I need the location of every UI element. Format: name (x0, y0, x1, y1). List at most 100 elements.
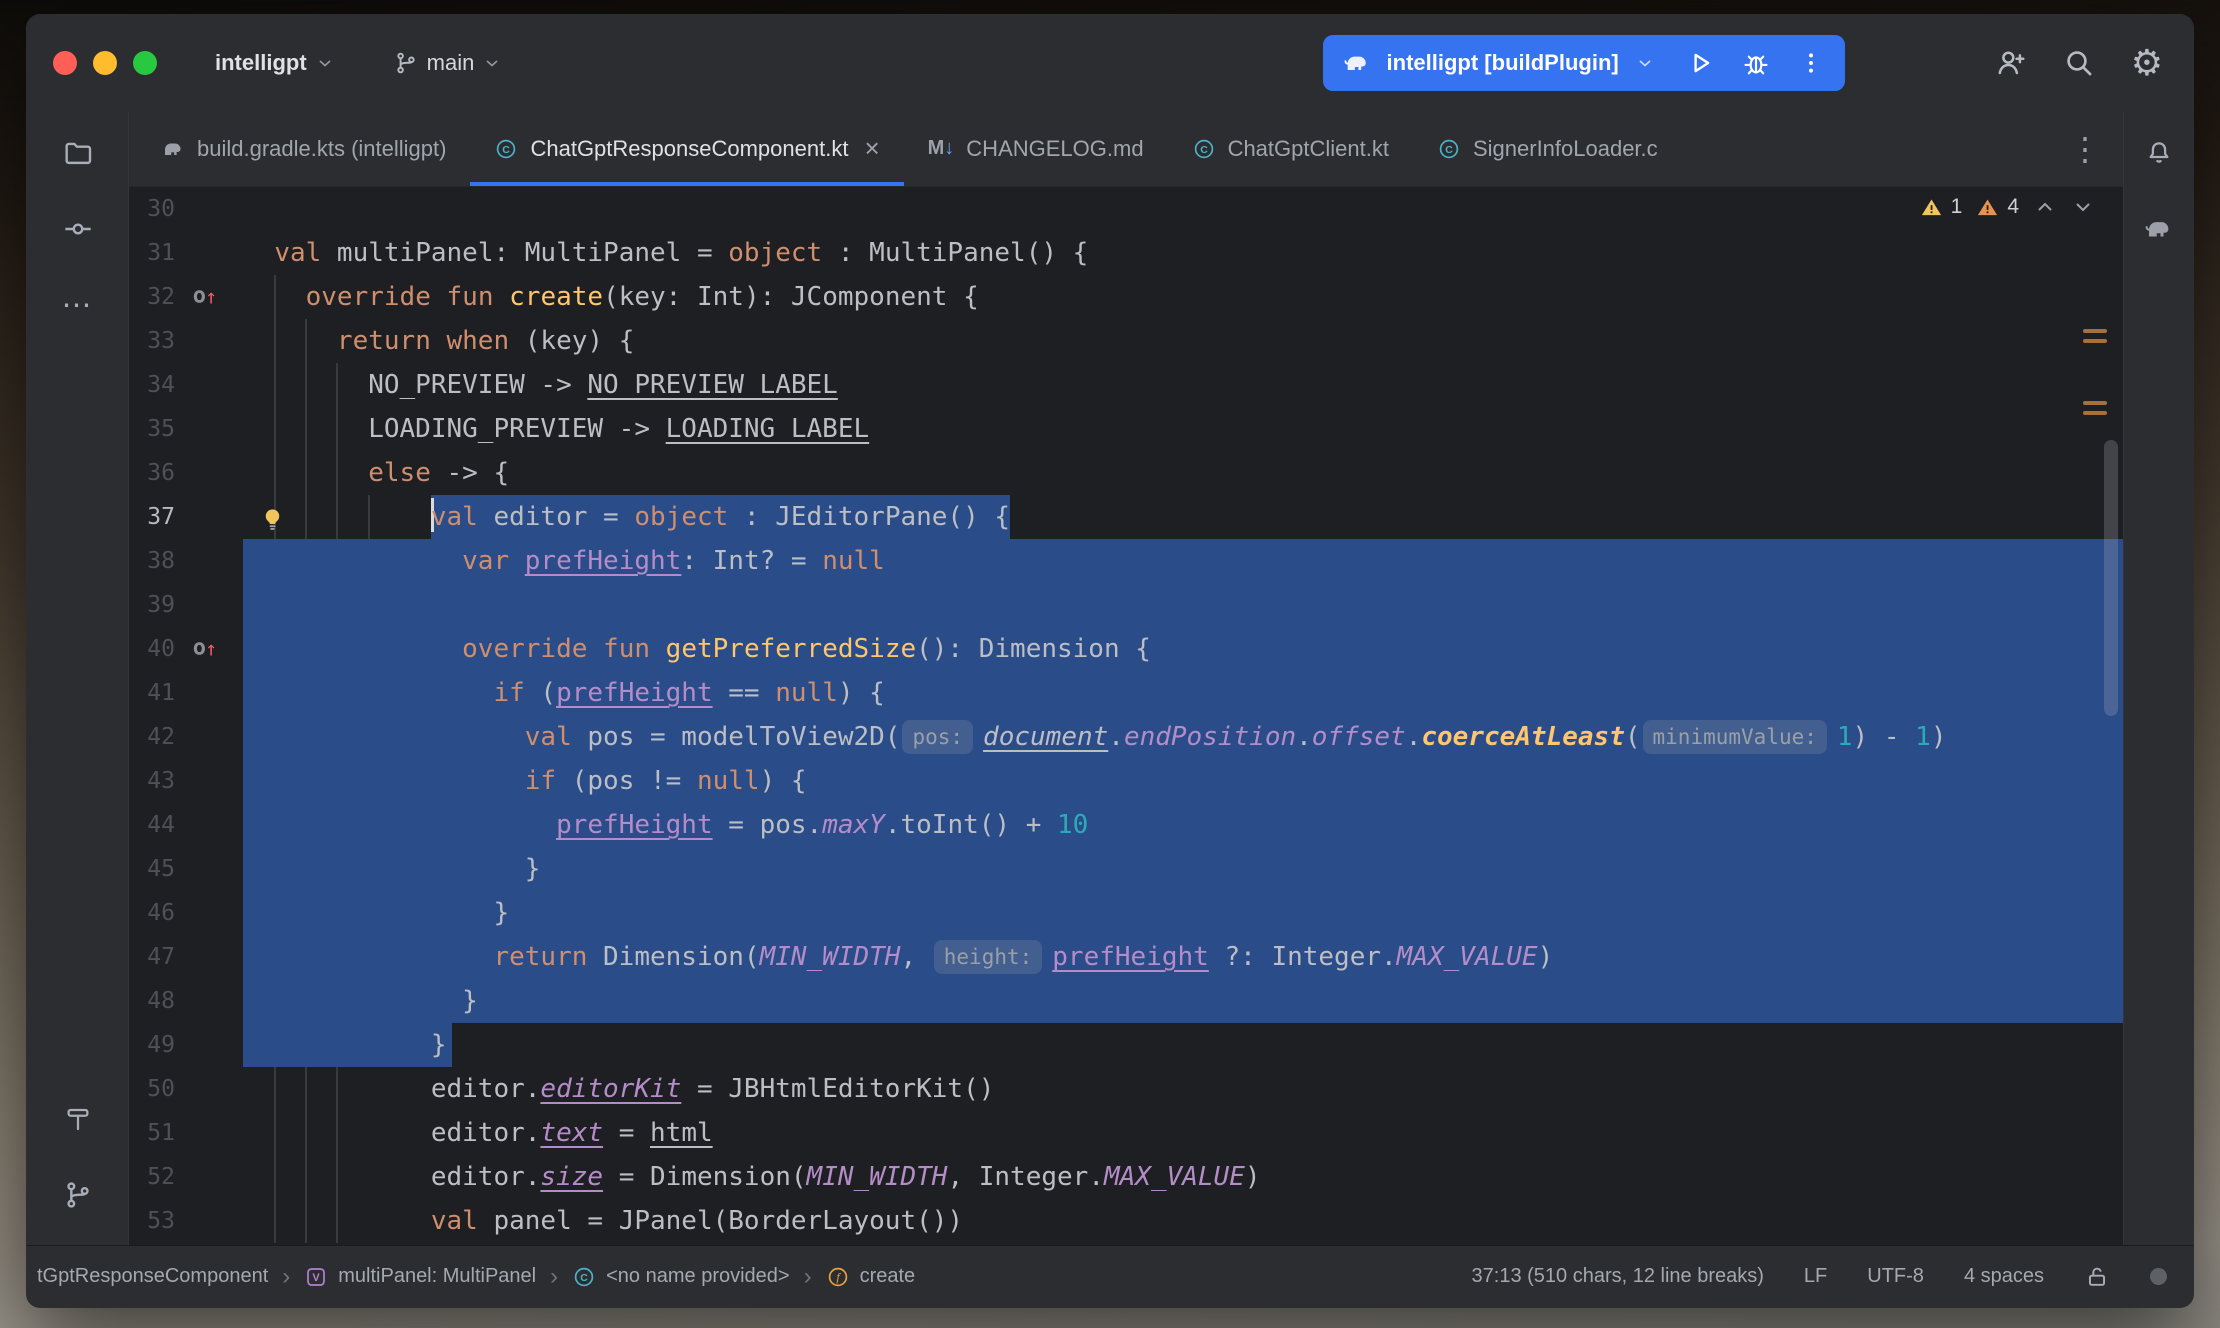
previous-problem-chevron-up-icon[interactable] (2033, 195, 2057, 219)
code-line-31[interactable]: 31 val multiPanel: MultiPanel = object :… (129, 231, 2123, 275)
gutter[interactable]: 52 (129, 1155, 243, 1199)
more-run-options-kebab-icon[interactable] (1797, 49, 1825, 77)
project-widget[interactable]: intelligpt (215, 50, 335, 76)
line-ending-widget[interactable]: LF (1804, 1265, 1827, 1288)
gutter[interactable]: 42 (129, 715, 243, 759)
line-number[interactable]: 33 (147, 319, 175, 363)
code-line-35[interactable]: 35 LOADING_PREVIEW -> LOADING_LABEL (129, 407, 2123, 451)
gutter[interactable]: 36 (129, 451, 243, 495)
line-number[interactable]: 34 (147, 363, 175, 407)
line-number[interactable]: 52 (147, 1155, 175, 1199)
gutter[interactable]: 37 (129, 495, 243, 539)
code-text[interactable]: return when (key) { (243, 319, 2123, 363)
code-text[interactable]: override fun create(key: Int): JComponen… (243, 275, 2123, 319)
gutter[interactable]: 35 (129, 407, 243, 451)
code-text[interactable]: } (243, 979, 2123, 1023)
minimize-window-button[interactable] (93, 51, 117, 75)
line-number[interactable]: 53 (147, 1199, 175, 1243)
code-text[interactable]: val pos = modelToView2D(pos:document.end… (243, 715, 2123, 759)
gutter[interactable]: 51 (129, 1111, 243, 1155)
code-text[interactable]: editor.text = html (243, 1111, 2123, 1155)
unlock-icon[interactable] (2084, 1264, 2110, 1290)
breadcrumb-item[interactable]: C <no name provided> (572, 1265, 789, 1289)
breadcrumb-item[interactable]: V multiPanel: MultiPanel (304, 1265, 536, 1289)
code-line-40[interactable]: 40o↑ override fun getPreferredSize(): Di… (129, 627, 2123, 671)
more-tool-windows-icon[interactable]: ⋯ (58, 285, 98, 325)
encoding-widget[interactable]: UTF-8 (1867, 1265, 1924, 1288)
code-line-39[interactable]: 39 (129, 583, 2123, 627)
notifications-bell-icon[interactable] (2139, 133, 2179, 173)
line-number[interactable]: 45 (147, 847, 175, 891)
code-text[interactable]: else -> { (243, 451, 2123, 495)
code-line-46[interactable]: 46 } (129, 891, 2123, 935)
overrides-method-icon[interactable]: o↑ (193, 638, 217, 660)
line-number[interactable]: 35 (147, 407, 175, 451)
code-text[interactable]: editor.editorKit = JBHtmlEditorKit() (243, 1067, 2123, 1111)
line-number[interactable]: 51 (147, 1111, 175, 1155)
code-line-45[interactable]: 45 } (129, 847, 2123, 891)
code-text[interactable]: if (pos != null) { (243, 759, 2123, 803)
line-number[interactable]: 44 (147, 803, 175, 847)
close-tab-icon[interactable]: × (864, 133, 879, 164)
gutter[interactable]: 44 (129, 803, 243, 847)
line-number[interactable]: 30 (147, 187, 175, 231)
code-text[interactable]: return Dimension(MIN_WIDTH, height:prefH… (243, 935, 2123, 979)
code-line-37[interactable]: 37 val editor = object : JEditorPane() { (129, 495, 2123, 539)
code-line-50[interactable]: 50 editor.editorKit = JBHtmlEditorKit() (129, 1067, 2123, 1111)
gutter[interactable]: 50 (129, 1067, 243, 1111)
commit-tool-window-button[interactable] (58, 209, 98, 249)
gutter[interactable]: 46 (129, 891, 243, 935)
code-line-48[interactable]: 48 } (129, 979, 2123, 1023)
run-configuration-widget[interactable]: intelligpt [buildPlugin] (1323, 35, 1845, 91)
line-number[interactable]: 50 (147, 1067, 175, 1111)
tab-chatgpt-client[interactable]: C ChatGptClient.kt (1168, 111, 1413, 186)
gutter[interactable]: 40o↑ (129, 627, 243, 671)
build-hammer-icon[interactable] (58, 1099, 98, 1139)
line-number[interactable]: 37 (147, 495, 175, 539)
code-line-33[interactable]: 33 return when (key) { (129, 319, 2123, 363)
tab-options-kebab-icon[interactable]: ⋮ (2047, 130, 2123, 168)
line-number[interactable]: 39 (147, 583, 175, 627)
search-icon[interactable] (2063, 47, 2095, 79)
add-user-button[interactable] (1995, 47, 2027, 79)
settings-gear-icon[interactable]: ⚙ (2131, 45, 2163, 81)
next-problem-chevron-down-icon[interactable] (2071, 195, 2095, 219)
code-text[interactable]: val panel = JPanel(BorderLayout()) (243, 1199, 2123, 1243)
gutter[interactable]: 39 (129, 583, 243, 627)
overrides-method-icon[interactable]: o↑ (193, 286, 217, 308)
gutter[interactable]: 43 (129, 759, 243, 803)
gutter[interactable]: 38 (129, 539, 243, 583)
tab-changelog[interactable]: M↓ CHANGELOG.md (904, 111, 1168, 186)
gutter[interactable]: 49 (129, 1023, 243, 1067)
line-number[interactable]: 31 (147, 231, 175, 275)
highlight-level-dot[interactable] (2150, 1268, 2167, 1285)
code-line-34[interactable]: 34 NO_PREVIEW -> NO_PREVIEW_LABEL (129, 363, 2123, 407)
gutter[interactable]: 32o↑ (129, 275, 243, 319)
code-text[interactable]: var prefHeight: Int? = null (243, 539, 2123, 583)
code-line-32[interactable]: 32o↑ override fun create(key: Int): JCom… (129, 275, 2123, 319)
code-text[interactable]: val editor = object : JEditorPane() { (243, 495, 2123, 539)
tab-chatgpt-response-component[interactable]: C ChatGptResponseComponent.kt × (470, 111, 903, 186)
gutter[interactable]: 45 (129, 847, 243, 891)
code-text[interactable]: editor.size = Dimension(MIN_WIDTH, Integ… (243, 1155, 2123, 1199)
indent-widget[interactable]: 4 spaces (1964, 1265, 2044, 1288)
code-line-41[interactable]: 41 if (prefHeight == null) { (129, 671, 2123, 715)
caret-position-widget[interactable]: 37:13 (510 chars, 12 line breaks) (1472, 1265, 1764, 1288)
code-text[interactable] (243, 583, 2123, 627)
code-text[interactable]: override fun getPreferredSize(): Dimensi… (243, 627, 2123, 671)
code-text[interactable]: val multiPanel: MultiPanel = object : Mu… (243, 231, 2123, 275)
zoom-window-button[interactable] (133, 51, 157, 75)
gradle-tool-window-button[interactable] (2139, 209, 2179, 249)
line-number[interactable]: 49 (147, 1023, 175, 1067)
line-number[interactable]: 42 (147, 715, 175, 759)
project-tool-window-button[interactable] (58, 133, 98, 173)
line-number[interactable]: 41 (147, 671, 175, 715)
code-text[interactable]: NO_PREVIEW -> NO_PREVIEW_LABEL (243, 363, 2123, 407)
gutter[interactable]: 33 (129, 319, 243, 363)
code-line-47[interactable]: 47 return Dimension(MIN_WIDTH, height:pr… (129, 935, 2123, 979)
code-line-36[interactable]: 36 else -> { (129, 451, 2123, 495)
code-text[interactable]: LOADING_PREVIEW -> LOADING_LABEL (243, 407, 2123, 451)
line-number[interactable]: 36 (147, 451, 175, 495)
code-text[interactable]: if (prefHeight == null) { (243, 671, 2123, 715)
tab-build-gradle[interactable]: build.gradle.kts (intelligpt) (137, 111, 470, 186)
